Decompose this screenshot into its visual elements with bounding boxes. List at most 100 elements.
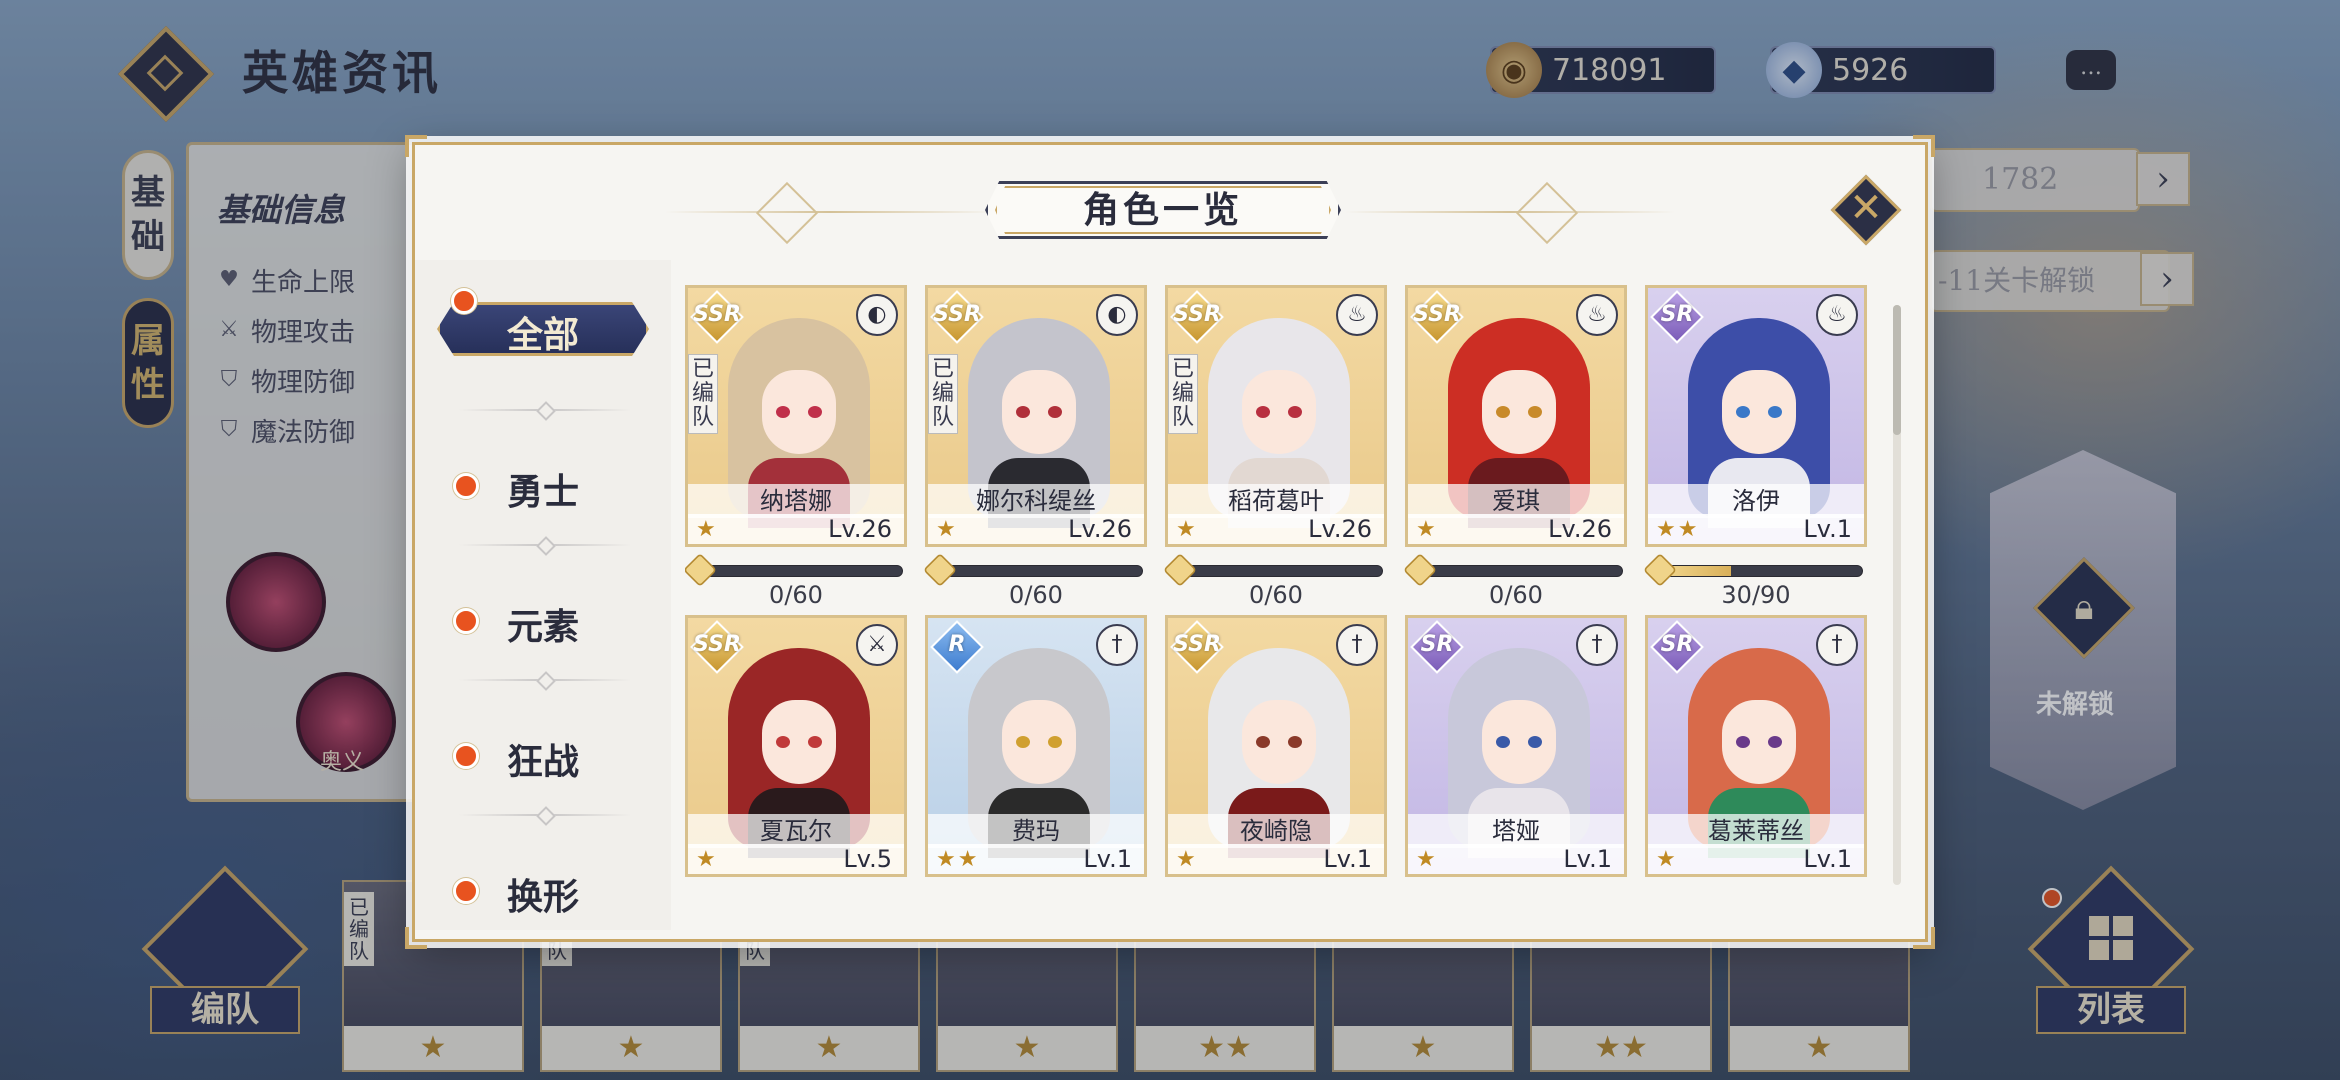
character-card[interactable]: SSR ♨ 已编队 稻荷葛叶 ★ Lv.26 [1165, 285, 1387, 547]
character-card[interactable]: SR ♨ 洛伊 ★★ Lv.1 [1645, 285, 1867, 547]
filter-4[interactable]: 换形 [415, 814, 671, 918]
progress-text: 0/60 [1249, 581, 1303, 609]
character-level: Lv.5 [843, 845, 892, 873]
character-name: 娜尔科缇丝 [928, 484, 1144, 518]
star-rating: ★ [696, 847, 718, 872]
shard-progress: 0/60 [1403, 553, 1627, 609]
corner-ornament [405, 135, 427, 157]
character-card[interactable]: SR † 塔娅 ★ Lv.1 [1405, 615, 1627, 877]
eye [1256, 736, 1270, 748]
character-name: 夜崎隐 [1168, 814, 1384, 848]
eye [1528, 736, 1542, 748]
rarity-label: R [948, 632, 966, 657]
character-card[interactable]: SSR ♨ 爱琪 ★ Lv.26 [1405, 285, 1627, 547]
character-name: 葛莱蒂丝 [1648, 814, 1864, 848]
filter-sidebar: 全部勇士元素狂战换形 [415, 260, 671, 930]
sword-icon: † [1816, 624, 1858, 666]
filter-divider [459, 544, 631, 546]
sword-icon: † [1096, 624, 1138, 666]
rarity-badge: SSR [690, 620, 744, 674]
character-card[interactable]: SSR ⚔ 夏瓦尔 ★ Lv.5 [685, 615, 907, 877]
character-name: 稻荷葛叶 [1168, 484, 1384, 518]
character-card[interactable]: R † 费玛 ★★ Lv.1 [925, 615, 1147, 877]
eye [1048, 736, 1062, 748]
face [1722, 700, 1796, 784]
filter-0[interactable]: 全部 [415, 280, 671, 370]
character-level: Lv.1 [1323, 845, 1372, 873]
character-level: Lv.26 [1548, 515, 1612, 543]
progress-text: 30/90 [1721, 581, 1791, 609]
red-dot-badge [453, 743, 479, 769]
character-level: Lv.26 [1068, 515, 1132, 543]
character-card[interactable]: SSR † 夜崎隐 ★ Lv.1 [1165, 615, 1387, 877]
character-name: 夏瓦尔 [688, 814, 904, 848]
rarity-label: SSR [1173, 632, 1221, 657]
axe-icon: ⚔ [856, 624, 898, 666]
filter-3[interactable]: 狂战 [415, 679, 671, 783]
progress-bar [705, 565, 903, 577]
close-button[interactable]: ✕ [1830, 174, 1902, 246]
rarity-label: SSR [933, 302, 981, 327]
character-card[interactable]: SSR ◐ 已编队 娜尔科缇丝 ★ Lv.26 [925, 285, 1147, 547]
eye [1528, 406, 1542, 418]
in-team-tag: 已编队 [1168, 354, 1198, 434]
progress-bar [1665, 565, 1863, 577]
face [1242, 700, 1316, 784]
shard-progress: 0/60 [1163, 553, 1387, 609]
filter-label: 勇士 [507, 471, 580, 513]
shard-progress: 30/90 [1643, 553, 1867, 609]
character-level: Lv.26 [1308, 515, 1372, 543]
progress-fill [1666, 566, 1732, 576]
corner-ornament [1913, 927, 1935, 949]
card-footer: ★ Lv.1 [1648, 844, 1864, 874]
character-name: 塔娅 [1408, 814, 1624, 848]
filter-divider [459, 409, 631, 411]
shard-progress: 0/60 [685, 553, 907, 609]
filter-divider [459, 814, 631, 816]
rarity-label: SSR [1413, 302, 1461, 327]
card-footer: ★ Lv.1 [1168, 844, 1384, 874]
card-footer: ★ Lv.26 [688, 514, 904, 544]
progress-bar [1185, 565, 1383, 577]
character-card[interactable]: SR † 葛莱蒂丝 ★ Lv.1 [1645, 615, 1867, 877]
card-footer: ★ Lv.1 [1408, 844, 1624, 874]
corner-ornament [1913, 135, 1935, 157]
eye [1256, 406, 1270, 418]
character-level: Lv.1 [1803, 845, 1852, 873]
card-footer: ★ Lv.26 [1408, 514, 1624, 544]
character-grid: SSR ◐ 已编队 纳塔娜 ★ Lv.26 0/60 SSR ◐ 已编队 娜尔科缇丝 ★ Lv.26 0/… [685, 285, 1885, 930]
rarity-badge: SR [1410, 620, 1464, 674]
character-level: Lv.1 [1803, 515, 1852, 543]
rarity-badge: SSR [1410, 290, 1464, 344]
eye [1016, 406, 1030, 418]
character-card[interactable]: SSR ◐ 已编队 纳塔娜 ★ Lv.26 [685, 285, 907, 547]
rarity-badge: SR [1650, 620, 1704, 674]
eye [1736, 736, 1750, 748]
rarity-label: SSR [693, 302, 741, 327]
star-rating: ★★ [936, 847, 980, 872]
rarity-label: SR [1660, 302, 1694, 327]
filter-label: 全部 [506, 314, 579, 356]
eye [1736, 406, 1750, 418]
character-level: Lv.26 [828, 515, 892, 543]
modal-title: 角色一览 [1082, 189, 1243, 231]
card-footer: ★★ Lv.1 [1648, 514, 1864, 544]
filter-divider [459, 679, 631, 681]
filter-2[interactable]: 元素 [415, 544, 671, 648]
filter-1[interactable]: 勇士 [415, 409, 671, 513]
shard-progress: 0/60 [923, 553, 1147, 609]
title-ornament-right [1345, 181, 1675, 245]
close-icon: ✕ [1849, 185, 1883, 231]
shield-mask-icon: ◐ [856, 294, 898, 336]
star-rating: ★ [1416, 517, 1438, 542]
filter-label: 换形 [507, 876, 580, 918]
sword-icon: † [1336, 624, 1378, 666]
eye [776, 736, 790, 748]
shield-mask-icon: ◐ [1096, 294, 1138, 336]
eye [1496, 736, 1510, 748]
filter-label: 狂战 [507, 741, 580, 783]
character-level: Lv.1 [1563, 845, 1612, 873]
progress-text: 0/60 [769, 581, 823, 609]
scrollbar-thumb[interactable] [1893, 305, 1901, 435]
rarity-badge: SSR [1170, 290, 1224, 344]
